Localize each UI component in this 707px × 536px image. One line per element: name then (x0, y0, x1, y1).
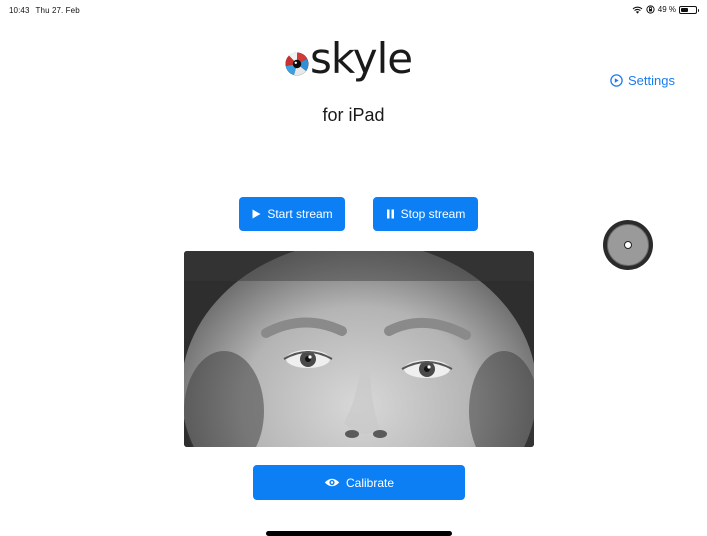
camera-feed-image (184, 251, 534, 447)
app-screen: 10:43 Thu 27. Feb 49 % skyle for iPad Se… (0, 0, 707, 536)
calibrate-label: Calibrate (345, 475, 395, 490)
assistive-touch-button[interactable] (603, 220, 653, 270)
settings-label: Settings (628, 73, 675, 88)
status-bar-right: 49 % (632, 5, 699, 14)
camera-feed (184, 251, 534, 447)
assistive-touch-ring (607, 224, 649, 266)
status-time: 10:43 (9, 6, 30, 15)
stop-stream-button[interactable]: Stop stream (373, 197, 478, 231)
app-logo: skyle (285, 34, 413, 83)
app-subtitle: for iPad (322, 105, 385, 125)
pause-icon (386, 209, 394, 219)
eye-icon (324, 478, 340, 487)
status-bar-left: 10:43 Thu 27. Feb (9, 6, 80, 15)
logo-wordmark: skyle (310, 34, 413, 83)
play-icon (252, 209, 261, 219)
battery-icon (679, 5, 699, 14)
settings-icon (610, 74, 623, 87)
stop-stream-label: Stop stream (400, 207, 466, 221)
wifi-icon (632, 6, 643, 14)
skyle-eye-logo-icon (285, 52, 309, 76)
settings-button[interactable]: Settings (610, 73, 675, 88)
orientation-lock-icon (646, 5, 655, 14)
battery-percent: 49 % (657, 5, 676, 14)
calibrate-button[interactable]: Calibrate (253, 465, 465, 500)
battery-level (681, 7, 688, 12)
start-stream-label: Start stream (267, 207, 333, 221)
start-stream-button[interactable]: Start stream (239, 197, 345, 231)
status-date: Thu 27. Feb (35, 6, 80, 15)
home-indicator[interactable] (266, 531, 452, 536)
assistive-touch-dot-icon (624, 241, 632, 249)
